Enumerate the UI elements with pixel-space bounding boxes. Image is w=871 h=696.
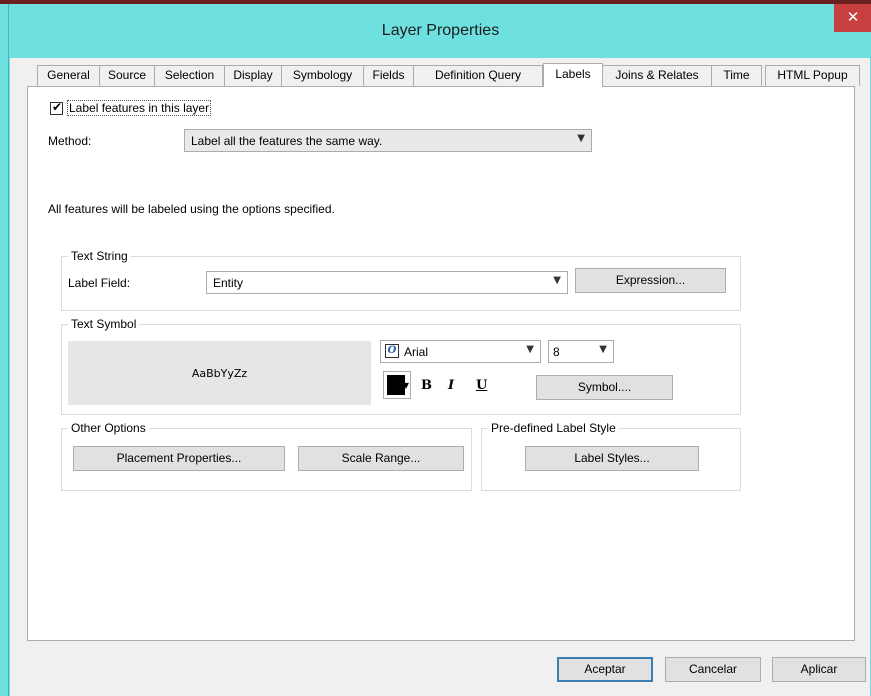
close-button[interactable]: ✕ <box>834 4 871 32</box>
text-symbol-preview: AaBbYyZz <box>68 341 371 405</box>
title-bar[interactable]: Layer Properties ✕ <box>9 4 871 58</box>
chevron-down-icon: ▼ <box>553 275 561 286</box>
text-symbol-group: Text Symbol AaBbYyZz O Arial ▼ 8 ▼ ▼ B I… <box>61 317 741 415</box>
label-field-label: Label Field: <box>68 276 131 290</box>
expression-button[interactable]: Expression... <box>575 268 726 293</box>
bold-button[interactable]: B <box>421 378 432 393</box>
font-size-dropdown[interactable]: 8 ▼ <box>548 340 614 363</box>
tab-symbology[interactable]: Symbology <box>281 65 364 86</box>
tab-labels[interactable]: Labels <box>543 63 603 87</box>
font-size-value: 8 <box>553 345 560 359</box>
predefined-label-style-group: Pre-defined Label Style Label Styles... <box>481 421 741 491</box>
tab-time[interactable]: Time <box>711 65 762 86</box>
tab-html-popup[interactable]: HTML Popup <box>765 65 860 86</box>
symbol-button[interactable]: Symbol.... <box>536 375 673 400</box>
method-value: Label all the features the same way. <box>191 134 383 148</box>
labels-tab-page: ✔ Label features in this layer Method: L… <box>27 86 855 641</box>
label-features-label[interactable]: Label features in this layer <box>67 100 212 116</box>
tab-source[interactable]: Source <box>99 65 155 86</box>
aceptar-button[interactable]: Aceptar <box>557 657 653 682</box>
placement-properties-button[interactable]: Placement Properties... <box>73 446 285 471</box>
text-symbol-legend: Text Symbol <box>68 317 140 331</box>
dialog-title: Layer Properties <box>381 22 500 39</box>
color-picker-button[interactable]: ▼ <box>383 371 411 399</box>
underline-button[interactable]: U <box>476 378 487 393</box>
text-string-group: Text String Label Field: Entity ▼ Expres… <box>61 249 741 311</box>
chevron-down-icon: ▼ <box>577 133 585 144</box>
close-icon: ✕ <box>846 8 860 26</box>
chevron-down-icon: ▼ <box>526 344 534 355</box>
checkmark-icon: ✔ <box>52 100 63 114</box>
label-field-dropdown[interactable]: Entity ▼ <box>206 271 568 294</box>
aplicar-button[interactable]: Aplicar <box>772 657 866 682</box>
method-dropdown[interactable]: Label all the features the same way. ▼ <box>184 129 592 152</box>
tab-joins-relates[interactable]: Joins & Relates <box>602 65 712 86</box>
layer-properties-dialog: Layer Properties ✕ General Source Select… <box>8 4 871 696</box>
predefined-label-style-legend: Pre-defined Label Style <box>488 421 619 435</box>
tab-general[interactable]: General <box>37 65 100 86</box>
italic-button[interactable]: I <box>448 378 454 393</box>
label-features-checkbox[interactable]: ✔ <box>50 100 63 115</box>
label-field-value: Entity <box>213 276 244 290</box>
tab-selection[interactable]: Selection <box>154 65 225 86</box>
font-value: Arial <box>404 345 429 359</box>
caret-down-icon: ▼ <box>402 381 409 390</box>
text-string-legend: Text String <box>68 249 131 263</box>
opentype-font-icon: O <box>385 344 399 358</box>
tab-fields[interactable]: Fields <box>363 65 414 86</box>
other-options-group: Other Options Placement Properties... Sc… <box>61 421 472 491</box>
label-styles-button[interactable]: Label Styles... <box>525 446 699 471</box>
tab-display[interactable]: Display <box>224 65 282 86</box>
font-dropdown[interactable]: O Arial ▼ <box>380 340 541 363</box>
other-options-legend: Other Options <box>68 421 149 435</box>
method-label: Method: <box>48 134 92 148</box>
cancelar-button[interactable]: Cancelar <box>665 657 761 682</box>
method-description: All features will be labeled using the o… <box>48 202 335 216</box>
dialog-client-area: General Source Selection Display Symbolo… <box>10 58 870 696</box>
chevron-down-icon: ▼ <box>599 344 607 355</box>
scale-range-button[interactable]: Scale Range... <box>298 446 464 471</box>
preview-text: AaBbYyZz <box>191 367 248 380</box>
tab-definition-query[interactable]: Definition Query <box>413 65 543 86</box>
